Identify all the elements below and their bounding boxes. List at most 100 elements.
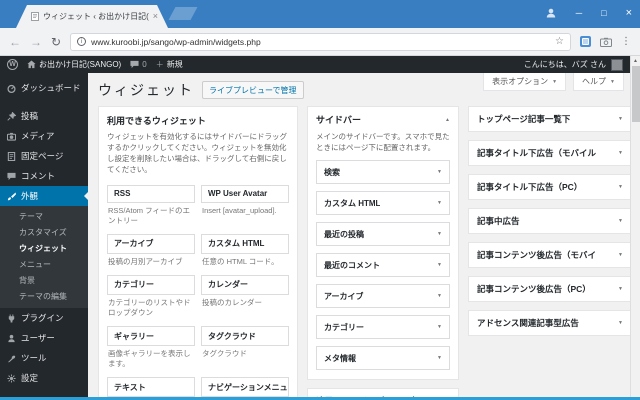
- howdy-greeting[interactable]: こんにちは、バズ さん: [524, 59, 606, 70]
- menu-media[interactable]: メディア: [0, 126, 88, 146]
- after-content-ad-mobile-panel[interactable]: 記事コンテンツ後広告（モバイ ▼: [468, 242, 630, 268]
- chevron-down-icon[interactable]: ▼: [437, 355, 442, 361]
- browser-toolbar: ← → ↻ i www.kuroobi.jp/sango/wp-admin/wi…: [0, 28, 640, 56]
- minimize-button[interactable]: ─: [576, 8, 582, 18]
- menu-dashboard[interactable]: ダッシュボード: [0, 78, 88, 98]
- comments-link[interactable]: 0: [130, 60, 147, 69]
- close-button[interactable]: ×: [626, 7, 632, 19]
- menu-posts[interactable]: 投稿: [0, 106, 88, 126]
- widgets-page: 表示オプション ▼ ヘルプ ▼ ウィジェット ライブプレビューで管理 利用できる…: [88, 73, 630, 397]
- widget-card-text[interactable]: テキスト任意のテキスト。: [107, 377, 195, 397]
- chevron-down-icon[interactable]: ▼: [618, 116, 623, 122]
- chevron-down-icon[interactable]: ▼: [618, 184, 623, 190]
- sidebar-panel-header[interactable]: サイドバー ▲: [308, 107, 458, 132]
- available-widgets-description: ウィジェットを有効化するにはサイドバーにドラッグするかクリックしてください。ウィ…: [107, 132, 287, 174]
- chevron-down-icon[interactable]: ▼: [437, 169, 442, 175]
- address-bar[interactable]: i www.kuroobi.jp/sango/wp-admin/widgets.…: [70, 32, 571, 51]
- user-avatar[interactable]: [611, 58, 623, 71]
- after-content-ad-pc-panel[interactable]: 記事コンテンツ後広告（PC） ▼: [468, 276, 630, 302]
- sidebar-widget-categories[interactable]: カテゴリー ▼: [316, 315, 450, 339]
- sticky-sidebar-panel[interactable]: 追尾サイドバー（PCのみ）▼: [307, 388, 459, 397]
- page-favicon-icon: [31, 12, 39, 21]
- menu-pages[interactable]: 固定ページ: [0, 146, 88, 166]
- widget-card-categories[interactable]: カテゴリー カテゴリーのリストやドロップダウン: [107, 274, 195, 323]
- menu-plugins[interactable]: プラグイン: [0, 308, 88, 328]
- chevron-down-icon[interactable]: ▼: [437, 293, 442, 299]
- forward-icon[interactable]: →: [30, 36, 42, 48]
- help-button[interactable]: ヘルプ ▼: [573, 73, 624, 91]
- live-preview-button[interactable]: ライブプレビューで管理: [202, 81, 304, 99]
- submenu-customize[interactable]: カスタマイズ: [0, 224, 88, 240]
- widget-card-archives[interactable]: アーカイブ 投稿の月別アーカイブ: [107, 233, 195, 272]
- adsense-related-ad-panel[interactable]: アドセンス関連記事型広告 ▼: [468, 310, 630, 336]
- sidebar-widget-recent-posts[interactable]: 最近の投稿 ▼: [316, 222, 450, 246]
- chevron-down-icon[interactable]: ▼: [618, 286, 623, 292]
- profile-icon[interactable]: [545, 7, 557, 19]
- scrollbar-thumb[interactable]: [631, 66, 640, 122]
- menu-settings[interactable]: 設定: [0, 368, 88, 388]
- widget-card-wp-user-avatar[interactable]: WP User Avatar Insert [avatar_upload].: [201, 184, 289, 231]
- bookmark-star-icon[interactable]: ☆: [555, 36, 564, 47]
- user-icon: [8, 334, 15, 342]
- site-link[interactable]: お出かけ日記(SANGO): [27, 59, 121, 70]
- submenu-menus[interactable]: メニュー: [0, 256, 88, 272]
- in-article-ad-panel[interactable]: 記事中広告 ▼: [468, 208, 630, 234]
- camera-extension-icon[interactable]: [600, 37, 612, 47]
- pin-icon: [7, 111, 16, 121]
- scrollbar-up-icon[interactable]: ▲: [633, 58, 638, 64]
- title-ad-mobile-panel[interactable]: 記事タイトル下広告（モバイル ▼: [468, 140, 630, 166]
- reload-icon[interactable]: ↻: [51, 36, 61, 48]
- widget-card-nav-menu[interactable]: ナビゲーションメニューサイドバーにナビゲーションメニューを追加。: [201, 377, 289, 397]
- chevron-down-icon[interactable]: ▼: [437, 231, 442, 237]
- page-scrollbar[interactable]: ▲: [630, 56, 640, 397]
- url-text[interactable]: www.kuroobi.jp/sango/wp-admin/widgets.ph…: [91, 37, 550, 47]
- menu-tools[interactable]: ツール: [0, 348, 88, 368]
- extension-icon[interactable]: [580, 36, 591, 47]
- sidebar-widget-archives[interactable]: アーカイブ ▼: [316, 284, 450, 308]
- sidebar-widget-custom-html[interactable]: カスタム HTML ▼: [316, 191, 450, 215]
- menu-appearance[interactable]: 外観: [0, 186, 88, 206]
- back-icon[interactable]: ←: [9, 36, 21, 48]
- browser-tab[interactable]: ウィジェット ‹ お出かけ日記( ×: [16, 5, 168, 28]
- screen-options-button[interactable]: 表示オプション ▼: [483, 73, 567, 91]
- menu-comments[interactable]: コメント: [0, 166, 88, 186]
- sidebar-widget-search[interactable]: 検索 ▼: [316, 160, 450, 184]
- sidebar-widget-meta[interactable]: メタ情報 ▼: [316, 346, 450, 370]
- wp-admin-bar: W お出かけ日記(SANGO) 0 ＋ 新規 こんにちは、バズ さん: [0, 56, 630, 73]
- toppage-list-panel[interactable]: トップページ記事一覧下 ▼: [468, 106, 630, 132]
- sidebar-widget-recent-comments[interactable]: 最近のコメント ▼: [316, 253, 450, 277]
- chevron-down-icon[interactable]: ▼: [437, 200, 442, 206]
- submenu-editor[interactable]: テーマの編集: [0, 288, 88, 304]
- chevron-down-icon[interactable]: ▼: [618, 252, 623, 258]
- maximize-button[interactable]: □: [601, 8, 606, 18]
- widget-card-gallery[interactable]: ギャラリー 画像ギャラリーを表示します。: [107, 326, 195, 374]
- tab-title: ウィジェット ‹ お出かけ日記(: [43, 12, 149, 21]
- submenu-background[interactable]: 背景: [0, 272, 88, 288]
- camera-icon: [7, 132, 16, 141]
- appearance-submenu: テーマ カスタマイズ ウィジェット メニュー 背景 テーマの編集: [0, 206, 88, 308]
- menu-users[interactable]: ユーザー: [0, 328, 88, 348]
- tab-close-icon[interactable]: ×: [153, 12, 158, 21]
- dashboard-icon: [7, 84, 16, 93]
- wordpress-logo-icon[interactable]: W: [7, 59, 18, 70]
- site-info-icon[interactable]: i: [77, 37, 87, 46]
- chevron-down-icon[interactable]: ▼: [618, 320, 623, 326]
- widget-card-custom-html[interactable]: カスタム HTML 任意の HTML コード。: [201, 233, 289, 272]
- browser-menu-icon[interactable]: ⋮: [621, 36, 631, 47]
- chevron-down-icon[interactable]: ▼: [618, 150, 623, 156]
- submenu-themes[interactable]: テーマ: [0, 208, 88, 224]
- chevron-down-icon: ▼: [610, 78, 615, 85]
- collapse-up-icon[interactable]: ▲: [445, 117, 450, 123]
- chevron-down-icon[interactable]: ▼: [437, 324, 442, 330]
- new-content-link[interactable]: ＋ 新規: [156, 59, 183, 70]
- brush-icon: [7, 191, 16, 200]
- widget-card-rss[interactable]: RSS RSS/Atom フィードのエントリー: [107, 184, 195, 231]
- chevron-down-icon[interactable]: ▼: [437, 262, 442, 268]
- submenu-widgets-current[interactable]: ウィジェット: [0, 240, 88, 256]
- chevron-down-icon[interactable]: ▼: [618, 218, 623, 224]
- widget-card-tag-cloud[interactable]: タグクラウド タグクラウド: [201, 326, 289, 374]
- title-ad-pc-panel[interactable]: 記事タイトル下広告（PC） ▼: [468, 174, 630, 200]
- widget-card-calendar[interactable]: カレンダー 投稿のカレンダー: [201, 274, 289, 323]
- sidebar-panel: サイドバー ▲ メインのサイドバーです。スマホで見たときにはページ下に配置されま…: [307, 106, 459, 380]
- new-tab-button[interactable]: [168, 7, 198, 20]
